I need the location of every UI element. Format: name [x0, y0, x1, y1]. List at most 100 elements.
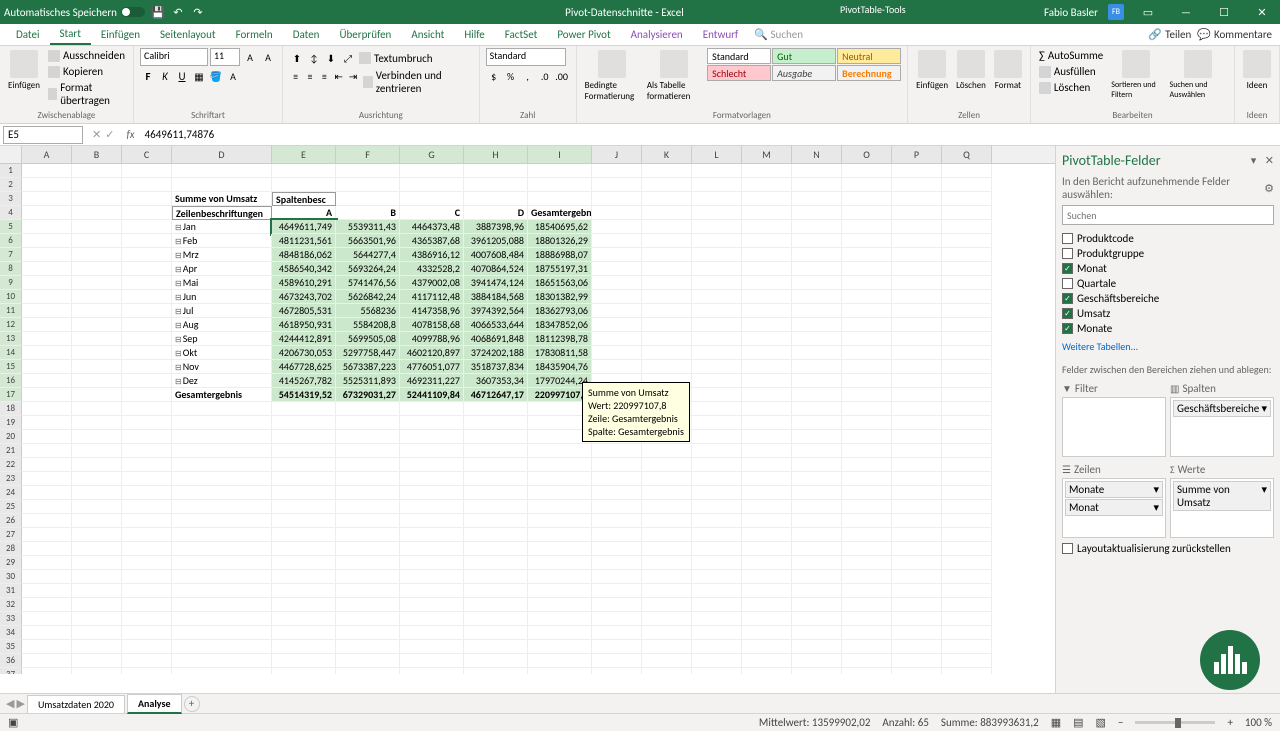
cell[interactable]	[272, 444, 336, 458]
cell[interactable]	[592, 206, 642, 220]
column-header[interactable]: A	[22, 146, 72, 163]
cell[interactable]: 3607353,34	[464, 374, 528, 388]
cell[interactable]	[400, 458, 464, 472]
cell[interactable]	[272, 668, 336, 674]
row-header[interactable]: 17	[0, 388, 22, 402]
cell[interactable]	[742, 486, 792, 500]
cell[interactable]	[528, 528, 592, 542]
cell[interactable]	[122, 486, 172, 500]
area-field-item[interactable]: Monate▾	[1065, 481, 1163, 498]
cell[interactable]	[464, 472, 528, 486]
cell[interactable]: 18347852,06	[528, 318, 592, 332]
cell[interactable]	[942, 528, 992, 542]
more-tables-link[interactable]: Weitere Tabellen...	[1062, 340, 1274, 353]
row-header[interactable]: 37	[0, 668, 22, 674]
cell[interactable]	[122, 472, 172, 486]
cell[interactable]: 3518737,834	[464, 360, 528, 374]
cell[interactable]	[72, 164, 122, 178]
cell[interactable]	[172, 402, 272, 416]
cell[interactable]	[742, 668, 792, 674]
row-header[interactable]: 21	[0, 444, 22, 458]
cell[interactable]	[528, 164, 592, 178]
cell[interactable]	[22, 304, 72, 318]
cell[interactable]	[172, 612, 272, 626]
cell[interactable]	[842, 542, 892, 556]
cell[interactable]	[742, 584, 792, 598]
cell[interactable]	[892, 248, 942, 262]
cell[interactable]: 5525311,893	[336, 374, 400, 388]
cell[interactable]: 5699505,08	[336, 332, 400, 346]
cell[interactable]: 3887398,96	[464, 220, 528, 234]
ideas-button[interactable]: Ideen	[1241, 48, 1273, 93]
cell[interactable]: 4464373,48	[400, 220, 464, 234]
cell[interactable]	[592, 570, 642, 584]
cell[interactable]	[400, 514, 464, 528]
cell[interactable]: Gesamtergebnis	[528, 206, 592, 220]
cell[interactable]: 4692311,227	[400, 374, 464, 388]
cell[interactable]	[842, 290, 892, 304]
cell[interactable]	[892, 318, 942, 332]
cell[interactable]	[592, 234, 642, 248]
cell[interactable]	[892, 178, 942, 192]
cell[interactable]	[22, 570, 72, 584]
cell[interactable]	[72, 234, 122, 248]
cell[interactable]	[742, 346, 792, 360]
cell[interactable]: 4386916,12	[400, 248, 464, 262]
cell[interactable]	[642, 598, 692, 612]
cell[interactable]	[400, 444, 464, 458]
cell[interactable]	[792, 486, 842, 500]
cell[interactable]	[742, 220, 792, 234]
cell[interactable]	[172, 458, 272, 472]
cell[interactable]	[792, 290, 842, 304]
cell[interactable]: 18435904,76	[528, 360, 592, 374]
cell[interactable]	[692, 444, 742, 458]
cell[interactable]	[72, 500, 122, 514]
cell[interactable]: 5568236	[336, 304, 400, 318]
cell[interactable]	[792, 570, 842, 584]
cell[interactable]	[464, 192, 528, 206]
cell[interactable]: 4602120,897	[400, 346, 464, 360]
cell[interactable]	[842, 668, 892, 674]
cut-button[interactable]: Ausschneiden	[46, 48, 127, 63]
cell[interactable]	[400, 556, 464, 570]
cell[interactable]: ⊟Sep	[172, 332, 272, 346]
spreadsheet-grid[interactable]: ABCDEFGHIJKLMNOPQ 123Summe von UmsatzSpa…	[0, 146, 1055, 693]
decrease-font-icon[interactable]: A	[260, 49, 276, 65]
cell[interactable]	[400, 178, 464, 192]
cell[interactable]	[72, 640, 122, 654]
cell[interactable]: ⊟Dez	[172, 374, 272, 388]
fill-color-button[interactable]: 🪣	[208, 68, 224, 84]
cell[interactable]	[72, 388, 122, 402]
cell[interactable]	[22, 556, 72, 570]
cell[interactable]	[942, 472, 992, 486]
ribbon-options-icon[interactable]: ▭	[1134, 2, 1162, 22]
cell[interactable]	[842, 402, 892, 416]
search-box[interactable]: 🔍 Suchen	[754, 28, 803, 41]
row-header[interactable]: 6	[0, 234, 22, 248]
border-button[interactable]: ▦	[191, 68, 207, 84]
cell[interactable]	[592, 164, 642, 178]
fx-icon[interactable]: fx	[120, 128, 140, 141]
cell[interactable]	[792, 584, 842, 598]
cell[interactable]	[892, 500, 942, 514]
cell[interactable]	[742, 234, 792, 248]
cell[interactable]	[22, 472, 72, 486]
cell[interactable]	[692, 374, 742, 388]
cell[interactable]	[122, 584, 172, 598]
cell[interactable]	[72, 542, 122, 556]
cell[interactable]	[892, 486, 942, 500]
cell[interactable]	[172, 178, 272, 192]
cell[interactable]	[528, 612, 592, 626]
cell[interactable]: 4848186,062	[272, 248, 336, 262]
cell[interactable]	[742, 458, 792, 472]
cell[interactable]	[22, 262, 72, 276]
number-format-select[interactable]: Standard	[486, 48, 566, 66]
cell[interactable]	[72, 570, 122, 584]
cell[interactable]	[642, 262, 692, 276]
cell[interactable]	[22, 234, 72, 248]
cell[interactable]	[692, 234, 742, 248]
column-header[interactable]: J	[592, 146, 642, 163]
cell[interactable]	[22, 528, 72, 542]
row-header[interactable]: 8	[0, 262, 22, 276]
cell[interactable]	[400, 528, 464, 542]
